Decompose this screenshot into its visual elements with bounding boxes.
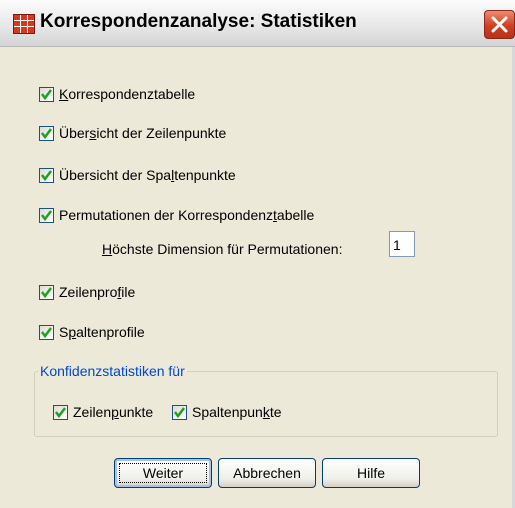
checkmark-icon bbox=[41, 88, 52, 100]
help-button[interactable]: Hilfe bbox=[322, 458, 420, 488]
checkbox-label: Zeilenpunkte bbox=[73, 404, 154, 420]
spss-table-icon bbox=[13, 14, 35, 34]
max-dimension-input[interactable]: 1 bbox=[389, 231, 415, 257]
checkbox[interactable] bbox=[39, 125, 54, 141]
checkmark-icon bbox=[41, 127, 52, 139]
checkmark-icon bbox=[41, 326, 52, 338]
permutations-option[interactable]: Permutationen der Korrespondenztabelle bbox=[39, 207, 314, 223]
row-points-overview-option[interactable]: Übersicht der Zeilenpunkte bbox=[39, 125, 226, 141]
checkbox[interactable] bbox=[39, 167, 54, 183]
checkbox[interactable] bbox=[39, 207, 54, 223]
checkbox-label: Zeilenprofile bbox=[59, 284, 136, 300]
continue-button[interactable]: Weiter bbox=[114, 458, 212, 488]
checkmark-icon bbox=[174, 406, 185, 418]
focus-ring bbox=[119, 463, 207, 483]
checkbox[interactable] bbox=[172, 404, 187, 420]
close-icon bbox=[491, 16, 508, 33]
confidence-column-points-option[interactable]: Spaltenpunkte bbox=[172, 404, 282, 420]
window-title: Korrespondenzanalyse: Statistiken bbox=[40, 11, 357, 32]
checkbox-label: Übersicht der Zeilenpunkte bbox=[59, 125, 227, 141]
checkmark-icon bbox=[55, 406, 66, 418]
help-button-label: Hilfe bbox=[356, 465, 385, 481]
cancel-button-label: Abbrechen bbox=[233, 465, 301, 481]
group-title: Konfidenzstatistiken für bbox=[38, 363, 187, 379]
checkbox-label: Spaltenprofile bbox=[59, 324, 145, 340]
checkbox-label: Spaltenpunkte bbox=[192, 404, 282, 420]
checkbox-label: Korrespondenztabelle bbox=[59, 86, 196, 102]
checkbox[interactable] bbox=[39, 284, 54, 300]
column-points-overview-option[interactable]: Übersicht der Spaltenpunkte bbox=[39, 167, 236, 183]
checkmark-icon bbox=[41, 286, 52, 298]
cancel-button[interactable]: Abbrechen bbox=[218, 458, 316, 488]
column-profiles-option[interactable]: Spaltenprofile bbox=[39, 324, 145, 340]
checkbox-label: Permutationen der Korrespondenztabelle bbox=[59, 207, 315, 223]
checkmark-icon bbox=[41, 169, 52, 181]
confidence-row-points-option[interactable]: Zeilenpunkte bbox=[53, 404, 153, 420]
correspondence-table-option[interactable]: Korrespondenztabelle bbox=[39, 86, 195, 102]
max-dimension-label: Höchste Dimension für Permutationen: bbox=[102, 241, 343, 257]
row-profiles-option[interactable]: Zeilenprofile bbox=[39, 284, 135, 300]
checkbox[interactable] bbox=[53, 404, 68, 420]
checkbox-label: Übersicht der Spaltenpunkte bbox=[59, 167, 236, 183]
close-button[interactable] bbox=[484, 10, 515, 39]
title-bar: Korrespondenzanalyse: Statistiken bbox=[0, 0, 515, 47]
checkmark-icon bbox=[41, 209, 52, 221]
checkbox[interactable] bbox=[39, 86, 54, 102]
dialog-body bbox=[0, 47, 515, 508]
checkbox[interactable] bbox=[39, 324, 54, 340]
